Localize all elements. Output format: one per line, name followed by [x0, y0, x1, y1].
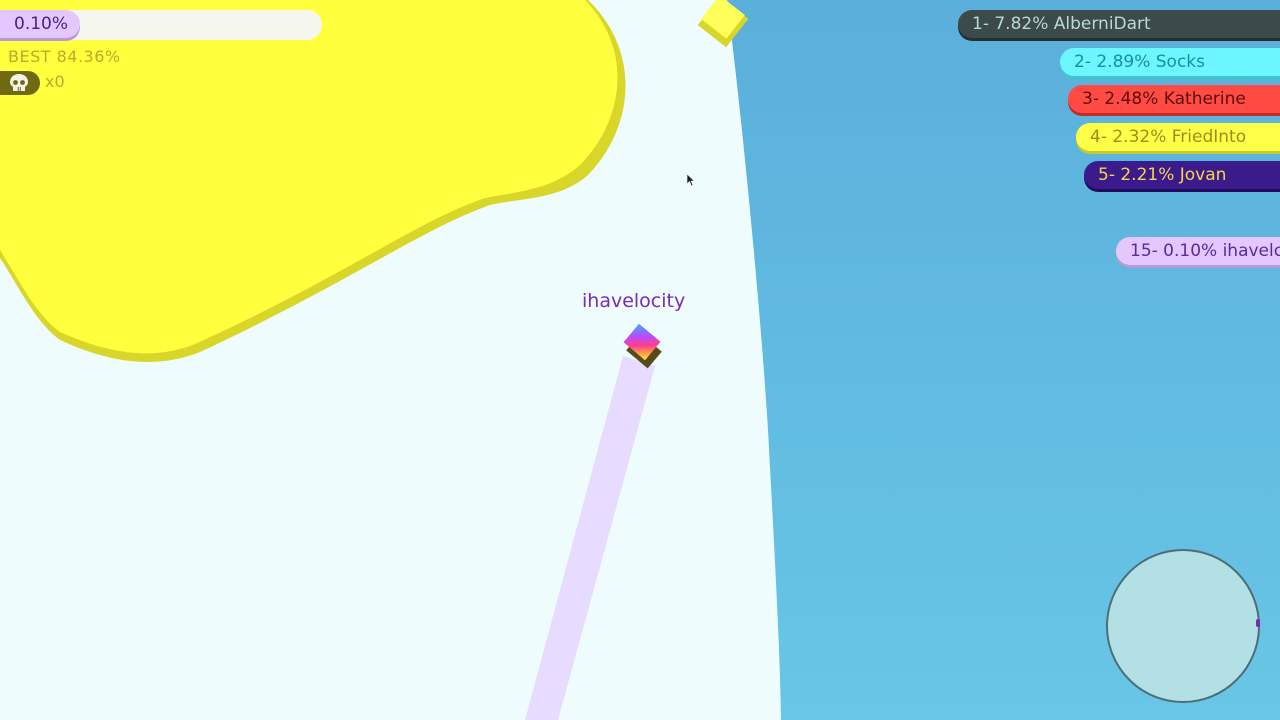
leaderboard-entry-5: 5- 2.21% Jovan: [1084, 161, 1280, 189]
leaderboard-entry-self: 15- 0.10% ihavelc: [1116, 237, 1280, 265]
skull-badge: [0, 71, 40, 95]
leaderboard-entry-3: 3- 2.48% Katherine: [1068, 85, 1280, 113]
best-score-label: BEST 84.36%: [8, 47, 121, 66]
leaderboard-entry-2: 2- 2.89% Socks: [1060, 48, 1280, 76]
player-name-label: ihavelocity: [582, 290, 686, 312]
joystick-indicator: [1256, 619, 1260, 627]
leaderboard-entry-4: 4- 2.32% FriedInto: [1076, 123, 1280, 151]
direction-joystick[interactable]: [1106, 549, 1260, 703]
leaderboard-entry-1: 1- 7.82% AlberniDart: [958, 10, 1280, 38]
skull-icon: [10, 74, 28, 91]
mouse-cursor-icon: [687, 174, 695, 187]
percent-progress-bar: 0.10%: [0, 10, 80, 38]
kills-count: x0: [45, 72, 65, 91]
